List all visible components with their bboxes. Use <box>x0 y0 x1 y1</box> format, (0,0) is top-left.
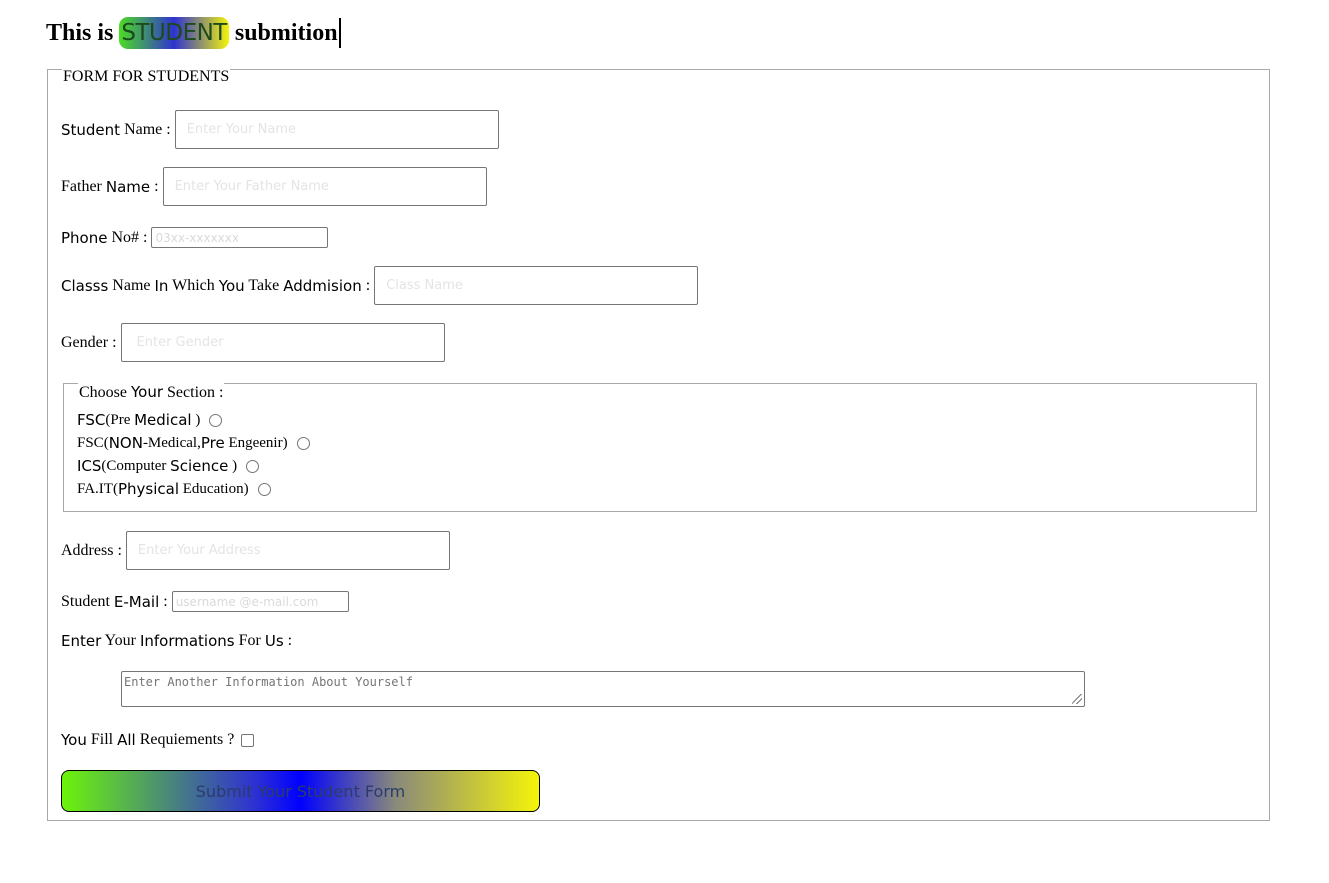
section-radio-ics[interactable] <box>246 459 260 473</box>
email-label-bold: E-Mail <box>113 592 160 611</box>
section-option-fsc-pre-medical: FSC (Pre Medical ) <box>77 411 223 429</box>
father-name-row: Father Name : <box>61 167 487 206</box>
phone-row: Phone No# : <box>61 227 329 248</box>
req-label-bold-2: All <box>117 731 136 749</box>
option-text: ) <box>228 457 238 474</box>
address-row: Address : <box>61 531 450 570</box>
student-form-legend: FORM FOR STUDENTS <box>62 68 231 86</box>
option-text: -Medical, <box>142 434 201 451</box>
class-label-bold-4: Addmision <box>283 276 362 295</box>
info-label-bold-2: Informations <box>139 632 235 650</box>
option-text: Science <box>170 457 229 475</box>
requirements-row: You Fill All Requiements ? <box>61 731 255 749</box>
phone-label-bold: Phone <box>61 228 108 247</box>
option-text: FSC <box>77 411 106 429</box>
info-label-bold-3: Us <box>264 632 284 650</box>
info-label-mid-2: For <box>234 632 265 649</box>
father-name-label-bold: Name <box>105 177 151 196</box>
father-name-label: : <box>150 177 159 195</box>
option-text: Medical <box>134 411 192 429</box>
student-name-label: Name : <box>120 120 171 138</box>
info-textarea[interactable]: Enter Another Information About Yourself <box>121 671 1085 707</box>
gender-row: Gender : <box>61 323 445 362</box>
requirements-checkbox[interactable] <box>241 733 255 747</box>
gender-input[interactable] <box>120 323 445 362</box>
section-legend-bold: Your <box>131 383 164 401</box>
option-text: ICS <box>77 457 102 475</box>
email-input[interactable] <box>171 591 349 612</box>
option-text: ) <box>191 411 201 428</box>
class-label-rest: : <box>361 276 371 294</box>
student-name-input[interactable] <box>174 110 499 149</box>
option-text: FSC( <box>77 434 109 451</box>
heading-prefix: This is <box>46 19 114 46</box>
email-label-pre: Student <box>61 592 114 610</box>
option-text: FA.IT( <box>77 480 118 497</box>
info-label-row: Enter Your Informations For Us : <box>61 632 292 650</box>
option-text: Education) <box>179 480 249 497</box>
address-label: Address : <box>61 541 122 559</box>
phone-input[interactable] <box>151 227 329 248</box>
class-label-bold-1: Classs <box>61 276 109 295</box>
section-legend-rest: Section : <box>163 384 224 401</box>
info-label-mid-1: Your <box>101 632 140 649</box>
class-label-bold-3: You <box>218 276 245 295</box>
option-text: Physical <box>117 480 179 498</box>
address-input[interactable] <box>125 531 450 570</box>
option-text: Engeenir) <box>224 434 288 451</box>
father-name-input[interactable] <box>162 167 487 206</box>
req-label-mid-1: Fill <box>86 731 118 748</box>
section-radio-fsc-pre-medical[interactable] <box>209 413 223 427</box>
section-radio-fsc-non-medical[interactable] <box>296 436 310 450</box>
phone-label: No# : <box>107 228 148 246</box>
gender-label: Gender : <box>61 333 117 351</box>
section-option-fa-it: FA.IT(Physical Education) <box>77 480 271 498</box>
class-label-bold-2: In <box>154 276 169 295</box>
student-badge: STUDENT <box>119 17 229 49</box>
req-label-bold-1: You <box>61 731 87 749</box>
section-legend: Choose Your Section : <box>78 383 225 402</box>
class-label-mid-3: Take <box>244 276 284 294</box>
req-label-rest: Requiements ? <box>135 731 235 748</box>
option-text: Pre <box>200 434 225 452</box>
resize-grip-icon[interactable] <box>1072 694 1082 704</box>
submit-button-label: Submit Your Student Form <box>195 781 406 801</box>
class-name-input[interactable] <box>374 266 699 305</box>
class-name-row: Classs Name In Which You Take Addmision … <box>61 266 699 305</box>
page-heading: This is STUDENT submition <box>46 16 341 50</box>
option-text: NON <box>108 434 143 452</box>
student-name-row: Student Name : <box>61 110 499 149</box>
email-label-rest: : <box>159 592 168 610</box>
option-text: (Pre <box>105 411 135 428</box>
student-name-label-bold: Student <box>61 120 121 139</box>
text-cursor <box>338 18 341 48</box>
heading-suffix: submition <box>234 19 338 46</box>
section-legend-pre: Choose <box>79 384 131 401</box>
info-label-bold-1: Enter <box>61 632 102 650</box>
info-textarea-placeholder: Enter Another Information About Yourself <box>124 675 413 689</box>
section-radio-fa-it[interactable] <box>257 482 271 496</box>
father-name-label-pre: Father <box>61 177 106 195</box>
class-label-mid-2: Which <box>168 276 219 294</box>
section-option-ics: ICS (Computer Science ) <box>77 457 260 475</box>
info-label-rest: : <box>283 632 293 649</box>
class-label-mid-1: Name <box>108 276 155 294</box>
option-text: (Computer <box>101 457 171 474</box>
section-option-fsc-non-medical: FSC(NON -Medical, Pre Engeenir) <box>77 434 310 452</box>
submit-button[interactable]: Submit Your Student Form <box>61 770 540 812</box>
email-row: Student E-Mail : <box>61 591 349 612</box>
